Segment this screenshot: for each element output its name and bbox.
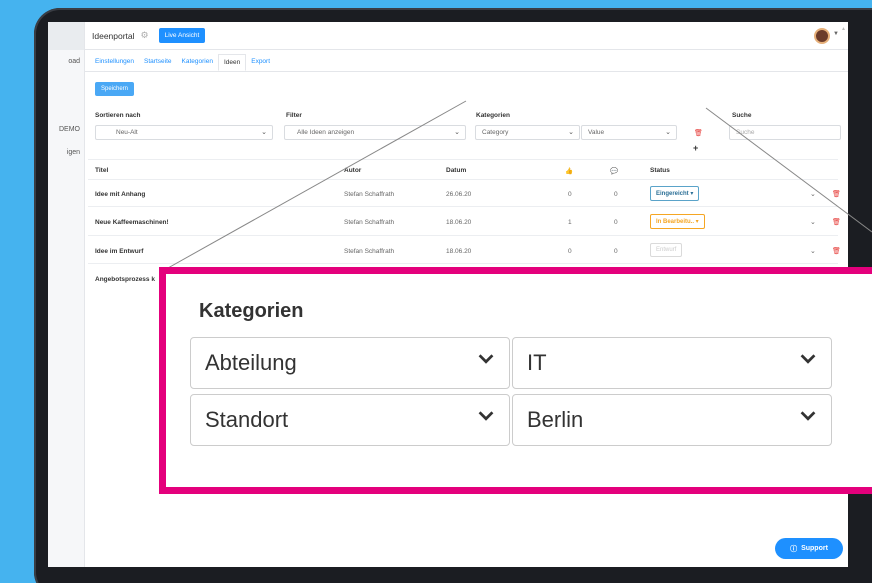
categories-zoom-panel: Kategorien Abteilung IT Standort Berlin (159, 267, 872, 494)
zoom-value-2: Berlin (527, 407, 584, 432)
callout-line-right (705, 107, 872, 233)
zoom-category-select-1[interactable]: Abteilung (190, 337, 510, 389)
callout-line-left (167, 100, 467, 269)
zoom-category-value-1: Abteilung (205, 350, 297, 375)
zoom-value-select-1[interactable]: IT (512, 337, 832, 389)
zoom-category-value-2: Standort (205, 407, 289, 432)
zoom-category-select-2[interactable]: Standort (190, 394, 510, 446)
zoom-value-select-2[interactable]: Berlin (512, 394, 832, 446)
chevron-down-icon (800, 411, 816, 421)
chevron-down-icon (478, 411, 494, 421)
chevron-down-icon (800, 354, 816, 364)
zoom-title: Kategorien (199, 300, 304, 322)
zoom-value-1: IT (527, 350, 547, 375)
chevron-down-icon (478, 354, 494, 364)
